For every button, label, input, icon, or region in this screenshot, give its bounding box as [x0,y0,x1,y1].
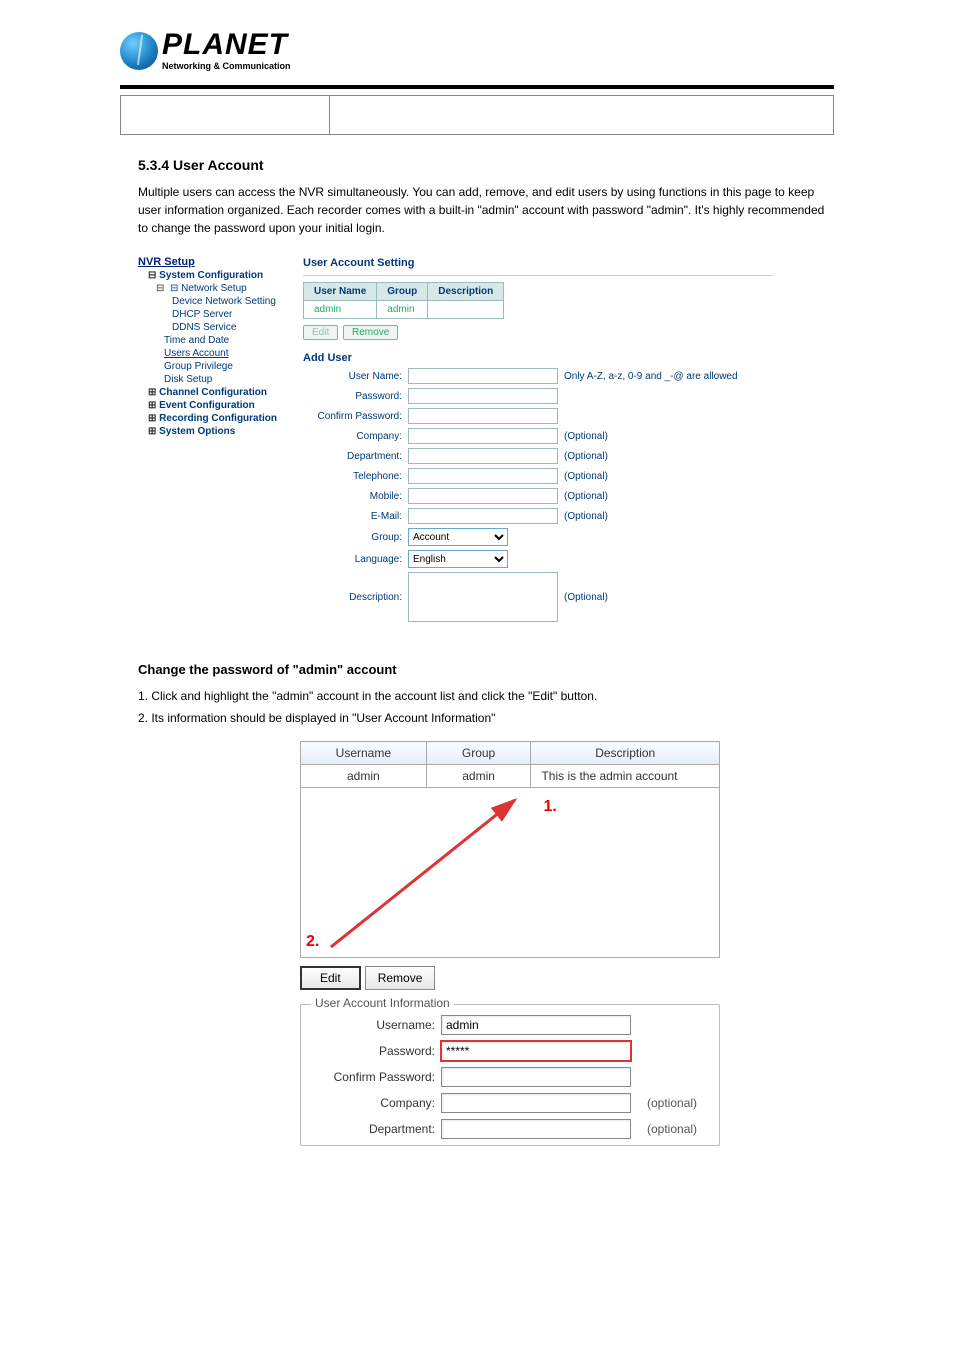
hint-optional: (Optional) [558,592,773,603]
username-field[interactable] [441,1015,631,1035]
callout-2: 2. [306,933,319,951]
col-user-name: User Name [304,283,377,301]
label-description: Description: [303,592,408,603]
col-group: Group [426,742,531,765]
telephone-field[interactable] [408,468,558,484]
logo-sub-text: Networking & Communication [162,62,291,71]
section-5-3-4-para1: Multiple users can access the NVR simult… [138,183,834,237]
label-user-name: User Name: [303,371,408,382]
confirm-password-field[interactable] [441,1067,631,1087]
nav-system-options[interactable]: System Options [148,425,293,438]
cell-description: This is the admin account [531,765,720,788]
password-field[interactable] [408,388,558,404]
cell-username: admin [301,765,427,788]
label-password: Password: [311,1044,441,1058]
user-list-table: User Name Group Description admin admin [303,282,504,319]
label-email: E-Mail: [303,511,408,522]
fieldset-legend: User Account Information [311,996,454,1010]
edit-button[interactable]: Edit [300,966,361,990]
brand-logo: PLANET Networking & Communication [120,30,834,71]
edit-button[interactable]: Edit [303,325,338,340]
logo-main-text: PLANET [162,30,291,60]
nav-system-configuration[interactable]: System Configuration [148,269,293,282]
nav-time-and-date[interactable]: Time and Date [164,334,293,347]
hint-optional: (optional) [641,1096,709,1110]
nav-network-setup[interactable]: ⊟ Network Setup [156,282,293,295]
nav-users-account[interactable]: Users Account [164,347,293,360]
hint-optional: (Optional) [558,451,773,462]
cell-group: admin [426,765,531,788]
nav-device-network-setting[interactable]: Device Network Setting [172,295,293,308]
hint-optional: (Optional) [558,491,773,502]
user-name-field[interactable] [408,368,558,384]
meta-row [120,95,834,135]
department-field[interactable] [441,1119,631,1139]
user-account-setting-screenshot: NVR Setup System Configuration ⊟ Network… [138,251,834,622]
col-description: Description [428,283,504,301]
group-select[interactable]: Account [408,528,508,546]
hint-allowed-chars: Only A-Z, a-z, 0-9 and _-@ are allowed [558,371,773,382]
section-5-3-4-title: 5.3.4 User Account [138,157,834,173]
change-password-step1: 1. Click and highlight the "admin" accou… [138,687,834,705]
col-username: Username [301,742,427,765]
add-user-form: User Name: Only A-Z, a-z, 0-9 and _-@ ar… [303,368,773,622]
nav-event-configuration[interactable]: Event Configuration [148,399,293,412]
hint-optional: (optional) [641,1122,709,1136]
add-user-heading: Add User [303,352,773,364]
label-company: Company: [303,431,408,442]
nav-dhcp-server[interactable]: DHCP Server [172,308,293,321]
table-row[interactable]: admin admin This is the admin account [301,765,720,788]
hint-optional: (Optional) [558,431,773,442]
description-field[interactable] [408,572,558,622]
label-department: Department: [303,451,408,462]
label-company: Company: [311,1096,441,1110]
nav-disk-setup[interactable]: Disk Setup [164,373,293,386]
nav-nvr-setup[interactable]: NVR Setup [138,255,293,269]
nav-group-privilege[interactable]: Group Privilege [164,360,293,373]
label-group: Group: [303,532,408,543]
nvr-setup-nav: NVR Setup System Configuration ⊟ Network… [138,251,293,622]
header-divider [120,85,834,89]
label-mobile: Mobile: [303,491,408,502]
edit-admin-screenshot: Username Group Description admin admin T… [300,741,720,1146]
change-password-step2: 2. Its information should be displayed i… [138,709,834,727]
hint-optional: (Optional) [558,471,773,482]
label-telephone: Telephone: [303,471,408,482]
remove-button[interactable]: Remove [365,966,436,990]
user-account-setting-panel: User Account Setting User Name Group Des… [303,251,773,622]
arrow-icon [301,788,719,957]
panel-title: User Account Setting [303,251,773,276]
user-account-information-fieldset: User Account Information Username: Passw… [300,1004,720,1146]
change-password-heading: Change the password of "admin" account [138,662,834,677]
department-field[interactable] [408,448,558,464]
nav-ddns-service[interactable]: DDNS Service [172,321,293,334]
cell-group: admin [377,301,428,319]
user-select-table: Username Group Description admin admin T… [300,741,720,788]
nav-channel-configuration[interactable]: Channel Configuration [148,386,293,399]
nav-recording-configuration[interactable]: Recording Configuration [148,412,293,425]
label-confirm-password: Confirm Password: [311,1070,441,1084]
cell-desc [428,301,504,319]
email-field[interactable] [408,508,558,524]
company-field[interactable] [441,1093,631,1113]
confirm-password-field[interactable] [408,408,558,424]
callout-1: 1. [543,798,556,816]
label-username: Username: [311,1018,441,1032]
password-field-highlighted[interactable] [441,1041,631,1061]
col-group: Group [377,283,428,301]
company-field[interactable] [408,428,558,444]
remove-button[interactable]: Remove [343,325,398,340]
cell-user: admin [304,301,377,319]
mobile-field[interactable] [408,488,558,504]
arrow-diagram: 1. 2. [300,788,720,958]
label-confirm-password: Confirm Password: [303,411,408,422]
label-password: Password: [303,391,408,402]
col-description: Description [531,742,720,765]
language-select[interactable]: English [408,550,508,568]
hint-optional: (Optional) [558,511,773,522]
label-language: Language: [303,554,408,565]
globe-icon [120,32,158,70]
label-department: Department: [311,1122,441,1136]
table-row[interactable]: admin admin [304,301,504,319]
